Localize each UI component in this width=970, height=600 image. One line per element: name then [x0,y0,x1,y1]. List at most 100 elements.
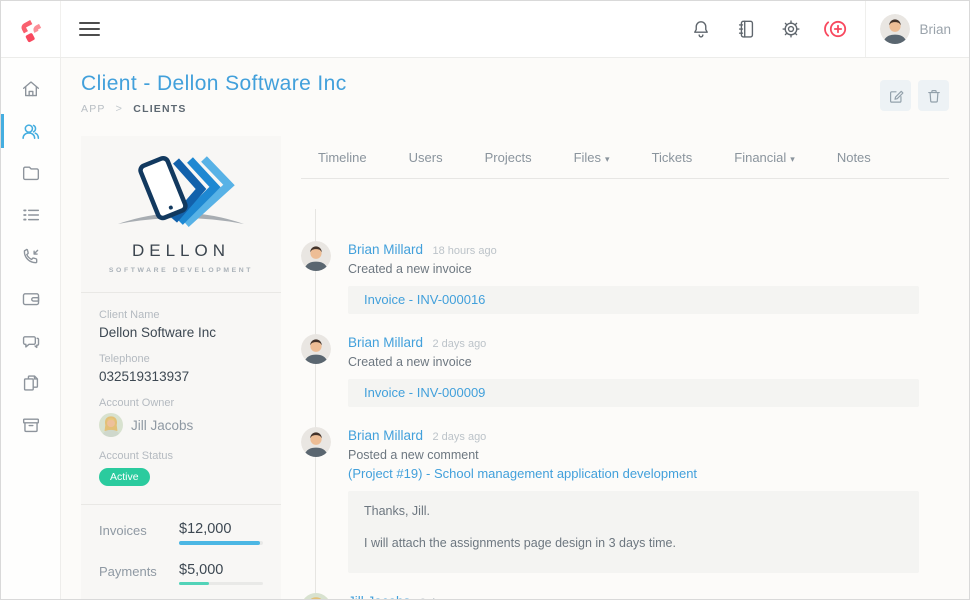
wallet-icon [20,288,42,310]
client-logo-title: DELLON [91,241,271,261]
progress-bar [179,541,260,545]
author-avatar [301,593,331,600]
sidebar-item-messages[interactable] [1,320,60,362]
client-logo-block: DELLON SOFTWARE DEVELOPMENT [81,136,281,292]
field-label: Telephone [99,353,263,365]
account-owner-field: Account Owner [99,397,263,437]
author-avatar [301,241,331,271]
sidebar-item-documents[interactable] [1,362,60,404]
owner-name[interactable]: Jill Jacobs [131,418,193,433]
chevron-right-icon: > [116,103,124,115]
tab-users[interactable]: Users [409,150,443,165]
stat-value: $5,000 [179,562,263,578]
client-logo-graphic [106,152,256,234]
progress-bar [179,582,209,586]
field-label: Account Status [99,450,263,462]
tab-financial[interactable]: Financial▾ [734,150,795,165]
progress-track [179,541,263,545]
owner-avatar [99,413,123,437]
author-link[interactable]: Jill Jacobs [348,594,410,600]
gear-icon [780,18,802,40]
user-menu[interactable]: Brian [865,1,969,57]
tab-files[interactable]: Files▾ [574,150,610,165]
delete-client-button[interactable] [918,80,949,111]
invoice-link[interactable]: Invoice - INV-000009 [364,385,485,400]
tab-notes[interactable]: Notes [837,150,871,165]
users-icon [19,120,42,143]
app-logo-icon [16,14,46,44]
quick-add-button[interactable] [821,14,851,44]
quick-add-icon [823,16,849,42]
bell-icon [690,18,712,40]
sidebar-item-archive[interactable] [1,404,60,446]
sidebar-item-payments[interactable] [1,278,60,320]
timestamp: 2 days ago [432,338,486,350]
breadcrumb: APP > CLIENTS [81,103,347,115]
stat-payments: Payments $5,000 [99,562,263,586]
stat-invoices: Invoices $12,000 [99,521,263,545]
timestamp: 2 days ago [432,431,486,443]
entry-action: Created a new invoice [348,260,919,278]
timeline-entry: Brian Millard 2 days ago Created a new i… [301,334,949,407]
sidebar-item-calls[interactable] [1,236,60,278]
client-name-field: Client Name Dellon Software Inc [99,309,263,340]
invoice-reference-box[interactable]: Invoice - INV-000016 [348,286,919,314]
timestamp: 18 hours ago [432,245,496,257]
tab-tickets[interactable]: Tickets [652,150,693,165]
timeline-entry: Jill Jacobs 2 days ago Posted a new comm… [301,593,949,600]
timeline-entry: Brian Millard 2 days ago Posted a new co… [301,427,949,573]
field-value: 032519313937 [99,369,263,384]
trash-icon [925,87,943,105]
breadcrumb-app[interactable]: APP [81,103,105,115]
invoice-link[interactable]: Invoice - INV-000016 [364,292,485,307]
edit-icon [887,87,905,105]
telephone-field: Telephone 032519313937 [99,353,263,384]
contacts-button[interactable] [731,14,761,44]
chat-icon [20,330,42,352]
author-link[interactable]: Brian Millard [348,428,423,443]
notebook-icon [735,18,757,40]
archive-box-icon [20,414,42,436]
sidebar [1,58,61,600]
sidebar-item-clients[interactable] [1,110,60,152]
author-link[interactable]: Brian Millard [348,242,423,257]
page-actions [880,80,949,111]
field-value: Dellon Software Inc [99,325,263,340]
author-link[interactable]: Brian Millard [348,335,423,350]
field-label: Account Owner [99,397,263,409]
client-summary-panel: DELLON SOFTWARE DEVELOPMENT Client Name … [81,136,281,600]
sidebar-item-home[interactable] [1,68,60,110]
tab-timeline[interactable]: Timeline [318,150,367,165]
account-status-field: Account Status Active [99,450,263,486]
project-link[interactable]: (Project #19) - School management applic… [348,464,919,483]
menu-toggle-button[interactable] [70,10,108,48]
stat-value: $12,000 [179,521,263,537]
app-window: Brian [0,0,970,600]
app-logo[interactable] [1,1,61,57]
comment-box: Thanks, Jill. I will attach the assignme… [348,491,919,573]
phone-incoming-icon [20,246,42,268]
user-name: Brian [919,22,951,37]
main-content: Client - Dellon Software Inc APP > CLIEN… [61,58,969,600]
breadcrumb-clients[interactable]: CLIENTS [133,103,186,115]
tab-projects[interactable]: Projects [485,150,532,165]
page-header: Client - Dellon Software Inc APP > CLIEN… [61,58,969,136]
timeline-entry: Brian Millard 18 hours ago Created a new… [301,241,949,314]
sidebar-item-folders[interactable] [1,152,60,194]
sidebar-item-lists[interactable] [1,194,60,236]
page-title: Client - Dellon Software Inc [81,72,347,96]
settings-button[interactable] [776,14,806,44]
status-badge: Active [99,468,150,486]
caret-down-icon: ▾ [790,154,795,164]
invoice-reference-box[interactable]: Invoice - INV-000009 [348,379,919,407]
stat-label: Payments [99,562,171,586]
header-actions [686,14,851,44]
entry-action: Posted a new comment [348,446,919,464]
user-avatar [880,14,910,44]
top-bar: Brian [1,1,969,58]
entry-action: Created a new invoice [348,353,919,371]
notifications-button[interactable] [686,14,716,44]
client-fields: Client Name Dellon Software Inc Telephon… [81,293,281,504]
edit-client-button[interactable] [880,80,911,111]
field-label: Client Name [99,309,263,321]
